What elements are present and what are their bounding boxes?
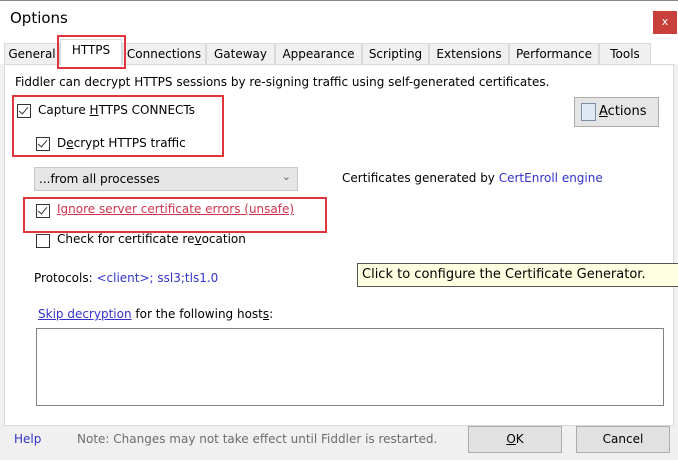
protocols-link[interactable]: <client>; ssl3;tls1.0 xyxy=(96,271,218,285)
chevron-down-icon: ⌄ xyxy=(281,170,291,183)
tab-general[interactable]: General xyxy=(4,43,60,64)
certificate-gear-icon xyxy=(581,103,596,121)
close-button[interactable]: x xyxy=(653,11,677,34)
decrypt-https-checkbox[interactable] xyxy=(36,137,50,151)
skip-decryption-link[interactable]: Skip decryption xyxy=(38,307,132,321)
tab-https[interactable]: HTTPS xyxy=(60,39,122,65)
ignore-cert-errors-checkbox[interactable] xyxy=(36,204,50,218)
process-filter-value: ...from all processes xyxy=(39,172,160,186)
window-title: Options xyxy=(10,9,68,27)
skip-hosts-input[interactable] xyxy=(36,328,664,406)
intro-text: Fiddler can decrypt HTTPS sessions by re… xyxy=(15,75,550,89)
ignore-cert-errors-label[interactable]: Ignore server certificate errors (unsafe… xyxy=(57,202,294,216)
process-filter-dropdown[interactable]: ...from all processes ⌄ xyxy=(34,167,298,191)
cert-engine-link[interactable]: CertEnroll engine xyxy=(499,171,603,185)
tab-tools[interactable]: Tools xyxy=(599,43,651,64)
tab-extensions[interactable]: Extensions xyxy=(429,43,509,64)
protocols-text: Protocols: <client>; ssl3;tls1.0 xyxy=(34,271,219,285)
actions-button[interactable]: Actions xyxy=(574,97,659,127)
restart-note: Note: Changes may not take effect until … xyxy=(77,432,438,446)
tab-performance[interactable]: Performance xyxy=(509,43,599,64)
capture-https-checkbox[interactable] xyxy=(17,104,31,118)
title-bar xyxy=(0,0,678,41)
capture-https-label[interactable]: Capture HTTPS CONNECTs xyxy=(38,103,195,117)
help-link[interactable]: Help xyxy=(14,432,41,446)
ok-button[interactable]: OK xyxy=(468,426,562,453)
tab-appearance[interactable]: Appearance xyxy=(275,43,362,64)
cert-generator-text: Certificates generated by CertEnroll eng… xyxy=(342,171,603,185)
check-revocation-label[interactable]: Check for certificate revocation xyxy=(57,232,246,246)
tab-gateway[interactable]: Gateway xyxy=(206,43,275,64)
tab-strip: General HTTPS Connections Gateway Appear… xyxy=(0,39,678,65)
tooltip: Click to configure the Certificate Gener… xyxy=(357,263,678,287)
cancel-button[interactable]: Cancel xyxy=(576,426,670,453)
decrypt-https-label[interactable]: Decrypt HTTPS traffic xyxy=(57,136,186,150)
skip-decryption-text: Skip decryption for the following hosts: xyxy=(38,307,274,321)
tab-scripting[interactable]: Scripting xyxy=(362,43,429,64)
check-revocation-checkbox[interactable] xyxy=(36,234,50,248)
tab-connections[interactable]: Connections xyxy=(122,43,206,64)
